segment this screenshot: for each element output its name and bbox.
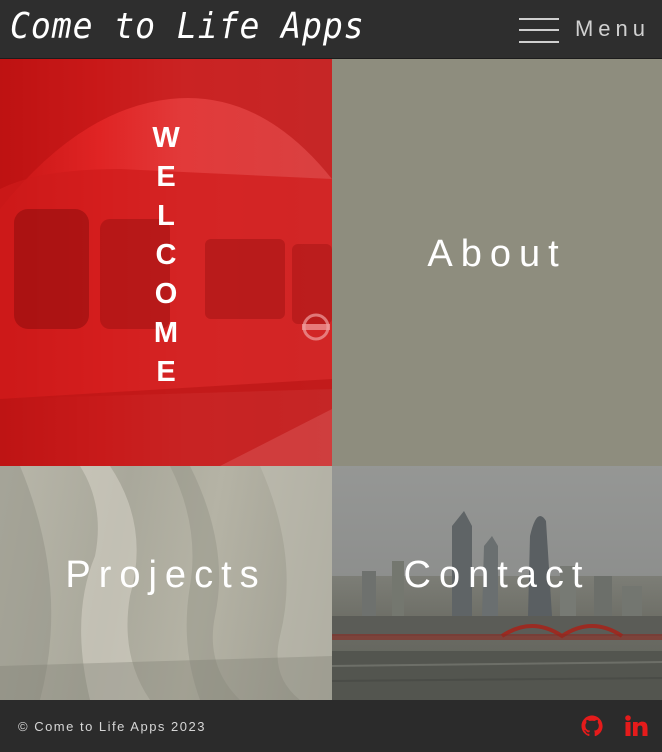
contact-link[interactable]: Contact — [332, 554, 662, 597]
welcome-letter: W — [152, 122, 180, 154]
copyright-text: © Come to Life Apps 2023 — [18, 719, 206, 734]
welcome-letter: O — [154, 278, 178, 310]
hamburger-icon[interactable] — [518, 14, 559, 44]
linkedin-icon[interactable] — [624, 714, 648, 738]
welcome-letter: C — [155, 239, 177, 271]
about-tile[interactable]: About — [332, 59, 662, 466]
github-icon[interactable] — [580, 714, 604, 738]
welcome-letter: E — [156, 356, 176, 388]
about-link[interactable]: About — [332, 233, 662, 276]
site-header: Come to Life Apps Menu — [0, 0, 662, 59]
site-footer: © Come to Life Apps 2023 — [0, 700, 662, 752]
menu-button[interactable]: Menu — [518, 10, 650, 48]
contact-tile[interactable]: Contact — [332, 466, 662, 700]
projects-tile[interactable]: Projects — [0, 466, 332, 700]
welcome-tile: W E L C O M E — [0, 59, 332, 466]
welcome-vertical-text: W E L C O M E — [146, 119, 186, 392]
projects-link[interactable]: Projects — [0, 554, 332, 597]
brand-logo-text[interactable]: Come to Life Apps — [10, 6, 365, 47]
social-links — [580, 714, 648, 738]
welcome-letter: E — [156, 161, 176, 193]
welcome-letter: M — [153, 317, 179, 349]
menu-label[interactable]: Menu — [575, 16, 650, 42]
welcome-letter: L — [157, 200, 175, 232]
